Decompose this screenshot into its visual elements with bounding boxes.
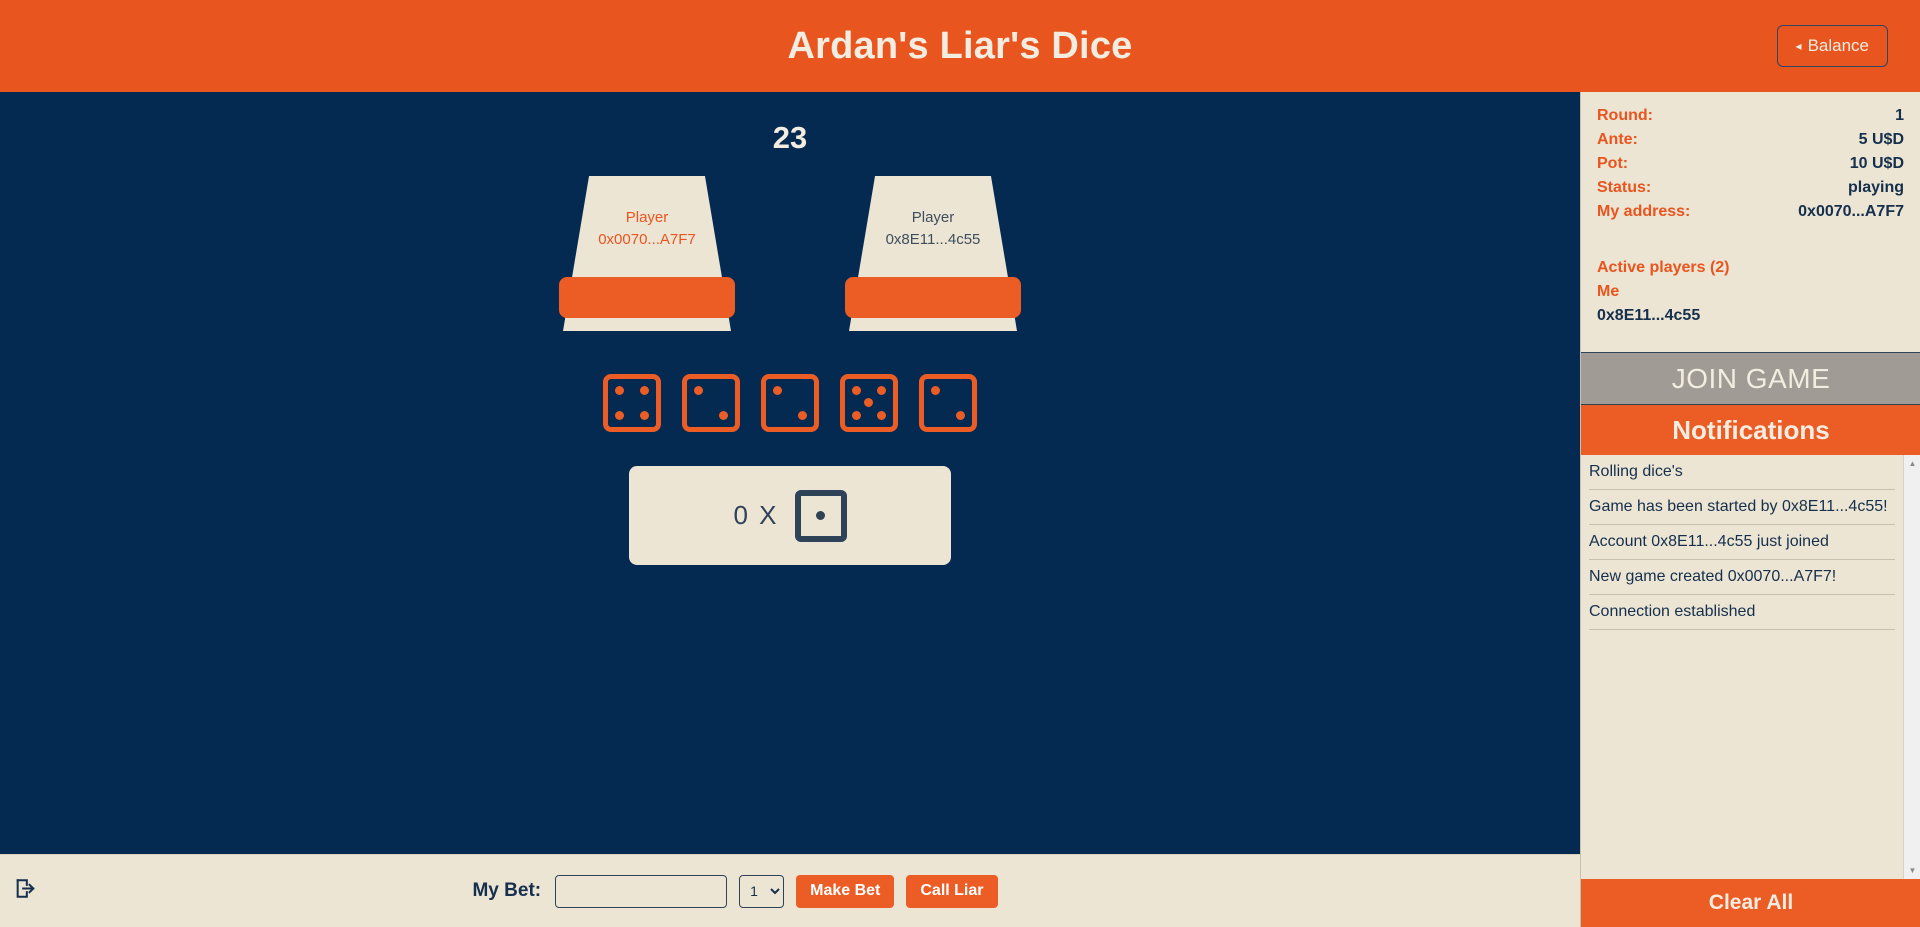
die-pip	[864, 398, 874, 408]
bet-amount-input[interactable]	[555, 874, 728, 908]
die-pip	[614, 385, 624, 395]
player-cup-band	[559, 277, 735, 318]
die-pip	[693, 385, 703, 395]
my-bet-label: My Bet:	[472, 880, 542, 901]
active-player-item: Me	[1597, 283, 1620, 300]
make-bet-button[interactable]: Make Bet	[796, 874, 895, 908]
bet-face-select[interactable]: 123456	[739, 874, 785, 908]
active-players-title: Active players (2)	[1597, 259, 1730, 276]
notification-item: Rolling dice's	[1589, 455, 1895, 490]
join-game-button[interactable]: JOIN GAME	[1581, 352, 1920, 405]
balance-button[interactable]: ◂ Balance	[1776, 25, 1888, 67]
players-row: Player 0x0070...A7F7 Player 0x8E11...4c55	[0, 176, 1580, 331]
die-pip	[640, 385, 650, 395]
call-liar-button[interactable]: Call Liar	[906, 874, 998, 908]
die-pip	[956, 411, 966, 421]
notification-item: Game has been started by 0x8E11...4c55!	[1589, 490, 1895, 525]
die-pip	[640, 411, 650, 421]
game-info-row: My address: 0x0070...A7F7	[1597, 200, 1904, 224]
notifications-list: Rolling dice's Game has been started by 0…	[1581, 455, 1903, 879]
player-address: 0x0070...A7F7	[598, 231, 696, 248]
die-pip	[877, 411, 887, 421]
scroll-down-icon[interactable]: ▼	[1904, 862, 1920, 879]
balance-button-label: Balance	[1807, 36, 1869, 55]
game-info-value: playing	[1847, 179, 1904, 196]
game-info-row: Ante: 5 U$D	[1597, 128, 1904, 152]
exit-icon[interactable]	[14, 878, 36, 905]
current-bet-panel: 0 X	[629, 466, 951, 565]
game-info-panel: Round: 1 Ante: 5 U$D Pot: 10 U$D Status: playin…	[1581, 92, 1920, 224]
round-counter: 23	[772, 120, 808, 155]
my-die	[603, 374, 661, 432]
game-info-row: Status: playing	[1597, 176, 1904, 200]
sidebar: Round: 1 Ante: 5 U$D Pot: 10 U$D Status: playin…	[1580, 92, 1920, 927]
notification-item: New game created 0x0070...A7F7!	[1589, 560, 1895, 595]
my-die	[840, 374, 898, 432]
die-pip	[798, 411, 808, 421]
player-cup-band	[845, 277, 1021, 318]
my-die	[919, 374, 977, 432]
notifications-body: Rolling dice's Game has been started by 0…	[1581, 455, 1920, 879]
active-player-item: 0x8E11...4c55	[1597, 307, 1701, 324]
game-info-value: 10 U$D	[1849, 155, 1904, 172]
notification-item: Connection established	[1589, 595, 1895, 630]
die-pip	[851, 411, 861, 421]
current-bet-count: 0 X	[733, 500, 779, 530]
active-players-list: Me 0x8E11...4c55	[1597, 280, 1904, 328]
notifications-header: Notifications	[1581, 405, 1920, 455]
game-info-label: Pot:	[1597, 155, 1629, 172]
game-board: 23 Player 0x0070...A7F7 Player 0x8E11...4c5…	[0, 92, 1580, 854]
die-pip	[851, 385, 861, 395]
caret-left-icon: ◂	[1795, 39, 1802, 53]
game-info-label: Ante:	[1597, 131, 1638, 148]
player-cup-label: Player 0x8E11...4c55	[849, 207, 1017, 251]
clear-all-button[interactable]: Clear All	[1581, 879, 1920, 927]
page-title: Ardan's Liar's Dice	[787, 24, 1133, 67]
game-info-value: 0x0070...A7F7	[1798, 203, 1904, 220]
die-pip	[877, 385, 887, 395]
my-dice-row	[0, 374, 1580, 432]
my-die	[682, 374, 740, 432]
game-info-row: Round: 1	[1597, 104, 1904, 128]
game-info-row: Pot: 10 U$D	[1597, 152, 1904, 176]
die-pip	[614, 411, 624, 421]
game-info-value: 1	[1895, 107, 1904, 124]
game-info-label: Round:	[1597, 107, 1653, 124]
notification-item: Account 0x8E11...4c55 just joined	[1589, 525, 1895, 560]
bet-controls: My Bet: 123456 Make Bet Call Liar	[472, 874, 998, 908]
die-pip	[772, 385, 782, 395]
game-info-label: My address:	[1597, 203, 1691, 220]
die-pip	[719, 411, 729, 421]
player-role: Player	[625, 209, 669, 226]
game-info-value: 5 U$D	[1858, 131, 1904, 148]
player-cup-label: Player 0x0070...A7F7	[563, 207, 731, 251]
app-header: Ardan's Liar's Dice ◂ Balance	[0, 0, 1920, 92]
player-address: 0x8E11...4c55	[885, 231, 981, 248]
notifications-scrollbar[interactable]: ▲ ▼	[1903, 455, 1920, 879]
player-role: Player	[911, 209, 955, 226]
my-die	[761, 374, 819, 432]
die-pip	[816, 510, 825, 520]
player-cup[interactable]: Player 0x0070...A7F7	[559, 176, 735, 331]
scroll-up-icon[interactable]: ▲	[1904, 455, 1920, 472]
game-info-label: Status:	[1597, 179, 1652, 196]
bottom-bar: My Bet: 123456 Make Bet Call Liar	[0, 854, 1580, 927]
player-cup[interactable]: Player 0x8E11...4c55	[845, 176, 1021, 331]
current-bet-die	[794, 489, 847, 542]
active-players-panel: Active players (2) Me 0x8E11...4c55	[1581, 256, 1920, 328]
die-pip	[930, 385, 940, 395]
